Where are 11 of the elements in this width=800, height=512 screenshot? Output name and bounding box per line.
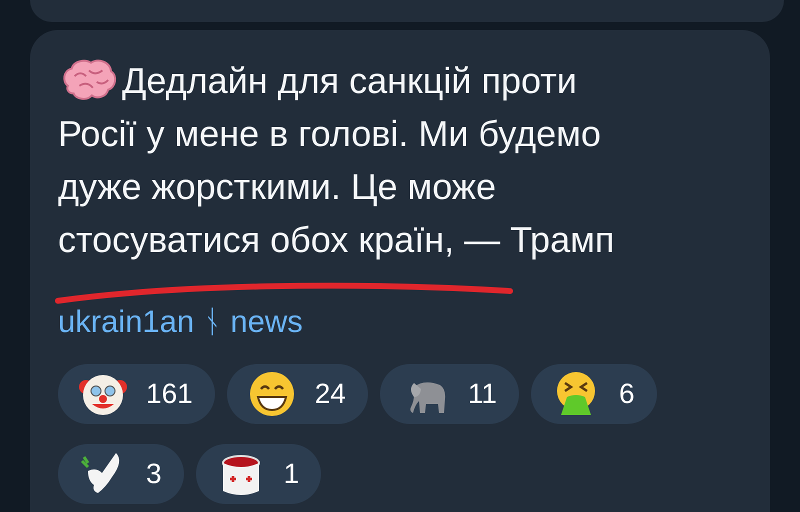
message-text: стосуватися обох країн, — Трамп [58, 218, 616, 262]
reaction-button[interactable]: 11 [380, 364, 519, 424]
reaction-button[interactable]: 161 [58, 364, 215, 424]
reaction-button[interactable]: 6 [530, 364, 657, 424]
reaction-button[interactable]: 3 [58, 444, 184, 504]
message-text: Дедлайн для санкцій проти [122, 59, 577, 103]
message-text: Росії у мене в голові. Ми будемо [58, 112, 602, 156]
message-text: дуже жорсткими. Це може [58, 165, 497, 209]
reaction-button[interactable]: 24 [226, 364, 368, 424]
reaction-button[interactable]: 1 [196, 444, 322, 504]
channel-link[interactable]: ukrain1an ᚾ news [58, 302, 303, 342]
